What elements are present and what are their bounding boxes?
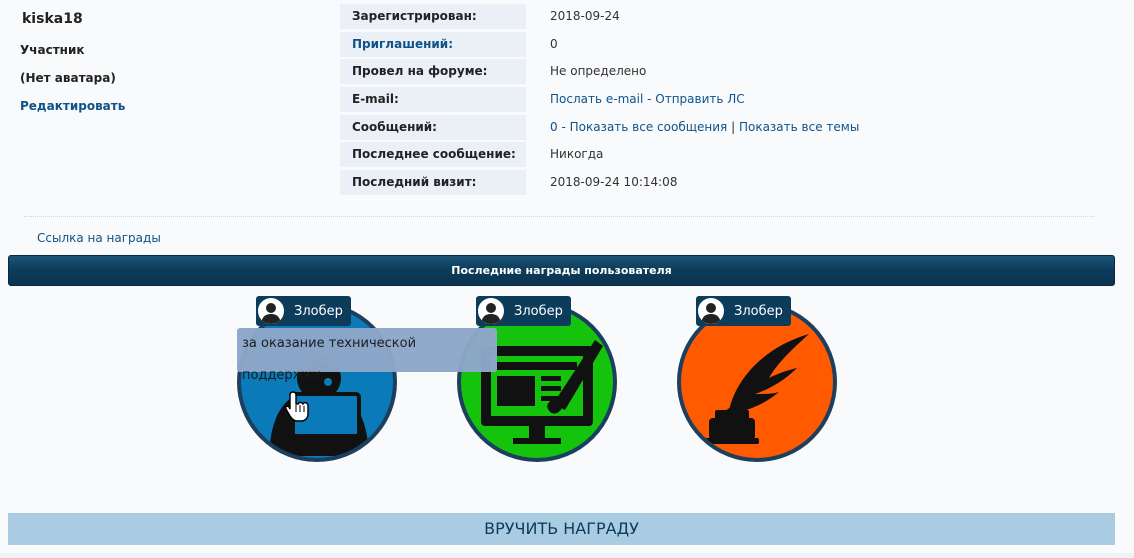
award-medal-webdesign[interactable]: [457, 302, 617, 462]
award-giver-badge[interactable]: Злобер: [256, 296, 351, 326]
show-all-posts-link[interactable]: Показать все сообщения: [570, 120, 728, 134]
bottom-border: [0, 553, 1134, 558]
user-rank: Участник: [20, 43, 85, 57]
send-pm-link[interactable]: Отправить ЛС: [655, 92, 744, 106]
profile-panel: kiska18 Участник (Нет аватара) Редактиро…: [0, 0, 1134, 558]
giver-avatar: [696, 296, 726, 326]
invites-label[interactable]: Приглашений:: [340, 31, 526, 57]
quill-inkwell-icon: [705, 334, 809, 444]
avatar-placeholder: (Нет аватара): [20, 71, 116, 85]
invites-value: 0: [550, 36, 558, 51]
section-divider: [24, 216, 1094, 217]
posts-count: 0 -: [550, 119, 570, 134]
last-visit-label: Последний визит:: [340, 170, 526, 196]
show-all-topics-link[interactable]: Показать все темы: [739, 120, 859, 134]
send-email-link[interactable]: Послать e-mail: [550, 92, 643, 106]
user-silhouette-icon: [261, 303, 281, 324]
award-giver-badge[interactable]: Злобер: [696, 296, 791, 326]
user-silhouette-icon: [701, 303, 721, 324]
giver-name: Злобер: [514, 303, 563, 319]
time-online-value: Не определено: [550, 64, 647, 79]
edit-profile-link[interactable]: Редактировать: [20, 99, 125, 113]
last-post-label: Последнее сообщение:: [340, 142, 526, 168]
award-medal-writer[interactable]: [677, 302, 837, 462]
email-label: E-mail:: [340, 87, 526, 113]
last-visit-value: 2018-09-24 10:14:08: [550, 175, 678, 190]
username: kiska18: [22, 11, 83, 27]
giver-avatar: [476, 296, 506, 326]
awards-link[interactable]: Ссылка на награды: [37, 231, 161, 245]
awards-section-header: Последние награды пользователя: [8, 255, 1115, 286]
giver-name: Злобер: [294, 303, 343, 319]
email-value: Послать e-mail - Отправить ЛС: [550, 87, 745, 112]
last-post-value: Никогда: [550, 147, 604, 162]
time-online-label: Провел на форуме:: [340, 59, 526, 85]
user-silhouette-icon: [481, 303, 501, 324]
posts-separator: |: [727, 119, 739, 134]
posts-value: 0 - Показать все сообщения | Показать вс…: [550, 115, 859, 140]
give-award-button[interactable]: ВРУЧИТЬ НАГРАДУ: [8, 513, 1115, 545]
award-giver-badge[interactable]: Злобер: [476, 296, 571, 326]
award-tooltip: за оказание технической поддержки: [237, 328, 497, 383]
giver-name: Злобер: [734, 303, 783, 319]
giver-avatar: [256, 296, 286, 326]
registered-value: 2018-09-24: [550, 9, 620, 23]
hand-cursor-icon: [285, 391, 309, 422]
email-separator: -: [643, 92, 656, 107]
posts-label: Сообщений:: [340, 114, 526, 140]
registered-label: Зарегистрирован:: [340, 4, 526, 29]
